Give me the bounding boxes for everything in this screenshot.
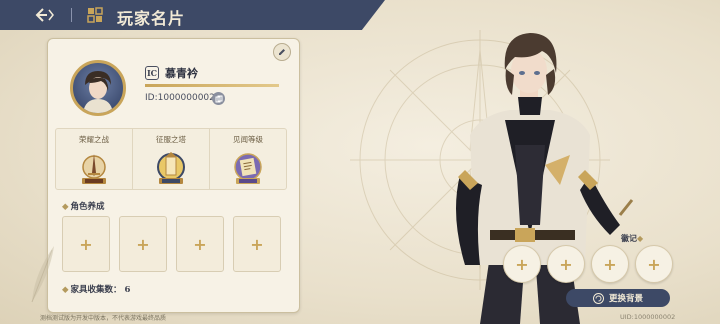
plus-icon: + [250, 234, 264, 254]
disclaimer: 测档测试版为开发中版本，不代表游戏最终品质 [40, 315, 167, 322]
badge-title: 徽记◆ [621, 233, 644, 243]
honor-conquest-tower[interactable]: 征服之塔 [133, 129, 210, 189]
plus-icon: + [647, 254, 661, 274]
character-slot[interactable]: + [176, 216, 224, 272]
pencil-icon [279, 49, 285, 55]
badge-slot[interactable]: + [503, 245, 541, 283]
sword-emblem-icon [82, 154, 106, 184]
honor-knowledge-level[interactable]: 见闻等级 [210, 129, 286, 189]
badge-slot[interactable]: + [635, 245, 673, 283]
character-slots: + + + + [62, 216, 282, 272]
level-badge: IC [145, 66, 159, 80]
honor-label: 见闻等级 [233, 135, 263, 144]
furniture-value: 6 [124, 285, 131, 295]
furniture-count: ◆ 家具收集数： 6 [62, 285, 131, 295]
badge-slot[interactable]: + [591, 245, 629, 283]
character-slot[interactable]: + [233, 216, 281, 272]
furniture-label: 家具收集数： [70, 285, 122, 295]
player-uid: ID:1000000002 [145, 93, 215, 103]
character-training-title: 角色养成 [70, 202, 105, 212]
honor-label: 征服之塔 [156, 135, 186, 144]
player-name: 慕青衿 [165, 67, 198, 80]
topbar-divider [71, 8, 72, 22]
plus-icon: + [79, 234, 93, 254]
section-character-training: ◆ 角色养成 [62, 202, 105, 212]
badge-title-text: 徽记 [621, 233, 637, 243]
plus-icon: + [603, 254, 617, 274]
copy-uid-button[interactable] [212, 92, 225, 105]
badge-slot[interactable]: + [547, 245, 585, 283]
honor-section: 荣耀之战 征服之塔 见闻等级 [55, 128, 287, 190]
badge-slots: + + + + [503, 245, 673, 283]
avatar-portrait [83, 71, 113, 113]
change-background-label: 更换背景 [608, 294, 643, 304]
back-arrow-icon [35, 8, 54, 22]
refresh-icon [592, 292, 604, 304]
profile-card-icon [87, 7, 103, 23]
top-bar: 玩家名片 [0, 0, 385, 30]
copy-icon [215, 95, 222, 102]
plus-icon: + [193, 234, 207, 254]
scroll-emblem-icon [234, 153, 262, 184]
change-background-button[interactable]: 更换背景 [566, 289, 670, 307]
name-underline [145, 84, 279, 87]
plus-icon: + [515, 254, 529, 274]
back-button[interactable] [34, 6, 58, 24]
avatar[interactable] [70, 60, 126, 116]
character-slot[interactable]: + [119, 216, 167, 272]
plus-icon: + [559, 254, 573, 274]
character-slot[interactable]: + [62, 216, 110, 272]
edit-button[interactable] [273, 43, 291, 61]
honor-glory-battle[interactable]: 荣耀之战 [56, 129, 133, 189]
honor-label: 荣耀之战 [79, 135, 109, 144]
tower-emblem-icon [157, 152, 185, 184]
feather-ornament-icon [31, 246, 54, 303]
footer-uid: UID:1000000002 [620, 313, 676, 321]
page-title: 玩家名片 [117, 9, 186, 28]
plus-icon: + [136, 234, 150, 254]
